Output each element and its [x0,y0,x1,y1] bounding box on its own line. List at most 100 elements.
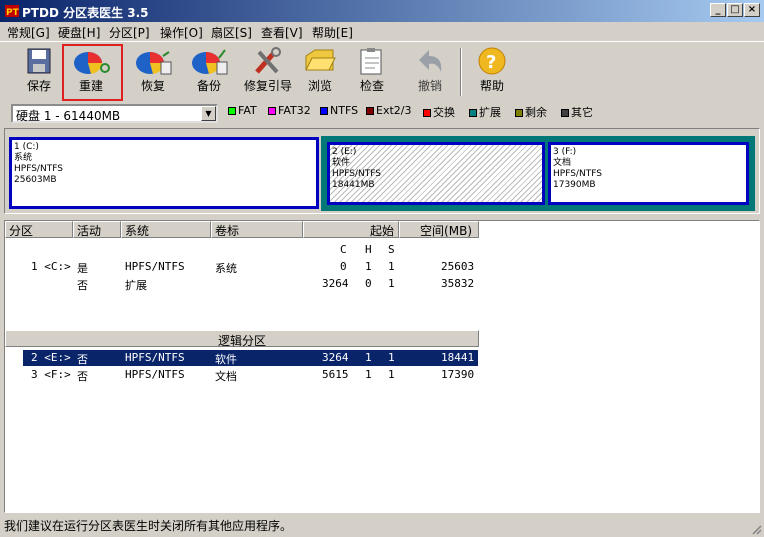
help-button[interactable]: ? 帮助 [470,46,514,102]
row4-partition[interactable]: 3 <F:> [31,368,71,381]
chs-c: C [340,243,347,256]
tools-icon [255,47,281,74]
legend-swap: 交换 [423,104,455,120]
chs-s: S [388,243,395,256]
chs-h: H [365,243,372,256]
help-label: 帮助 [479,79,504,93]
row2-active: 否 [77,279,88,292]
menu-view[interactable]: 查看[V] [261,24,303,41]
menu-operation[interactable]: 操作[O] [160,24,203,41]
col-system[interactable]: 系统 [121,221,211,238]
col-partition[interactable]: 分区 [5,221,73,238]
row2-c: 3264 [322,277,349,290]
legend-label: 其它 [571,106,593,119]
row3-size: 18441 [441,351,475,364]
map-text: 1 (C:) [14,142,39,152]
map-partition-f[interactable]: 3 (F:) 文档 HPFS/NTFS 17390MB [548,142,749,205]
map-text: 3 (F:) [553,147,577,157]
restore-button[interactable]: 恢复 [130,46,176,102]
legend-free: 剩余 [515,104,547,120]
swatch-free [515,109,523,117]
row3-c: 3264 [322,351,349,364]
resize-grip-icon[interactable] [750,523,762,535]
map-text: 系统 [14,153,33,163]
row1-system: HPFS/NTFS [125,260,185,273]
repair-boot-button[interactable]: 修复引导 [238,46,298,102]
map-extended-partition[interactable]: 2 (E:) 软件 HPFS/NTFS 18441MB 3 (F:) 文档 HP… [321,136,755,211]
map-text: 软件 [332,158,351,168]
logical-title: 逻辑分区 [218,334,267,348]
undo-arrow-icon [419,50,442,72]
row1-partition[interactable]: 1 <C:> [31,260,71,273]
row2-h: 0 [365,277,372,290]
row1-h: 1 [365,260,372,273]
map-text: 17390MB [553,180,596,190]
backup-label: 备份 [196,79,221,93]
menu-general[interactable]: 常规[G] [7,24,50,41]
row2-s: 1 [388,277,395,290]
highlight-frame [62,44,123,101]
row4-s: 1 [388,368,395,381]
disk-map: 1 (C:) 系统 HPFS/NTFS 25603MB 2 (E:) 软件 HP… [4,128,760,214]
undo-label: 撤销 [417,79,442,93]
map-text: 2 (E:) [332,147,357,157]
menu-help[interactable]: 帮助[E] [312,24,353,41]
swatch-extended [469,109,477,117]
browse-button[interactable]: 浏览 [300,46,340,102]
minimize-button[interactable]: _ [710,3,726,17]
col-size[interactable]: 空间(MB) [399,221,479,238]
map-text: HPFS/NTFS [332,169,381,179]
row3-partition[interactable]: 2 <E:> [31,351,71,364]
col-active[interactable]: 活动 [73,221,121,238]
close-button[interactable]: × [744,3,760,17]
row1-label: 系统 [215,262,237,275]
col-start[interactable]: 起始 [303,221,399,238]
menu-partition[interactable]: 分区[P] [109,24,150,41]
chevron-down-icon[interactable]: ▼ [201,106,216,121]
disk-select-value: 硬盘 1 - 61440MB [16,109,121,123]
restore-pie-icon [136,51,172,75]
clipboard-check-icon [360,48,382,75]
swatch-ext [366,107,374,115]
map-text: 25603MB [14,175,57,185]
legend-other: 其它 [561,104,593,120]
table-row-selected[interactable] [23,350,478,366]
backup-button[interactable]: 备份 [186,46,232,102]
legend-label: 扩展 [479,106,501,119]
check-button[interactable]: 检查 [352,46,392,102]
browse-label: 浏览 [307,79,332,93]
legend-ext: Ext2/3 [366,104,411,120]
row1-c: 0 [340,260,347,273]
save-label: 保存 [26,79,51,93]
row4-label: 文档 [215,370,237,383]
swatch-ntfs [320,107,328,115]
swatch-fat [228,107,236,115]
legend-ntfs: NTFS [320,104,358,120]
maximize-button[interactable]: □ [727,3,743,17]
backup-pie-icon [192,49,228,75]
swatch-fat32 [268,107,276,115]
row3-system: HPFS/NTFS [125,351,185,364]
undo-button[interactable]: 撤销 [410,46,450,102]
legend-label: FAT [238,104,257,117]
legend-label: Ext2/3 [376,104,412,117]
map-partition-c[interactable]: 1 (C:) 系统 HPFS/NTFS 25603MB [9,137,319,209]
row4-system: HPFS/NTFS [125,368,185,381]
menu-bar: 常规[G] 硬盘[H] 分区[P] 操作[O] 扇区[S] 查看[V] 帮助[E… [0,22,764,41]
folder-icon [305,49,336,71]
disk-select[interactable]: 硬盘 1 - 61440MB ▼ [11,104,218,123]
row1-size: 25603 [441,260,475,273]
map-partition-e[interactable]: 2 (E:) 软件 HPFS/NTFS 18441MB [327,142,545,205]
svg-text:PT: PT [6,8,20,18]
row1-active: 是 [77,262,88,275]
menu-sector[interactable]: 扇区[S] [211,24,252,41]
save-button[interactable]: 保存 [18,46,60,102]
menu-disk[interactable]: 硬盘[H] [58,24,100,41]
map-text: 文档 [553,158,572,168]
legend-label: FAT32 [278,104,311,117]
col-label[interactable]: 卷标 [211,221,303,238]
map-text: HPFS/NTFS [14,164,63,174]
row2-size: 35832 [441,277,475,290]
restore-label: 恢复 [140,79,165,93]
legend-label: NTFS [330,104,359,117]
